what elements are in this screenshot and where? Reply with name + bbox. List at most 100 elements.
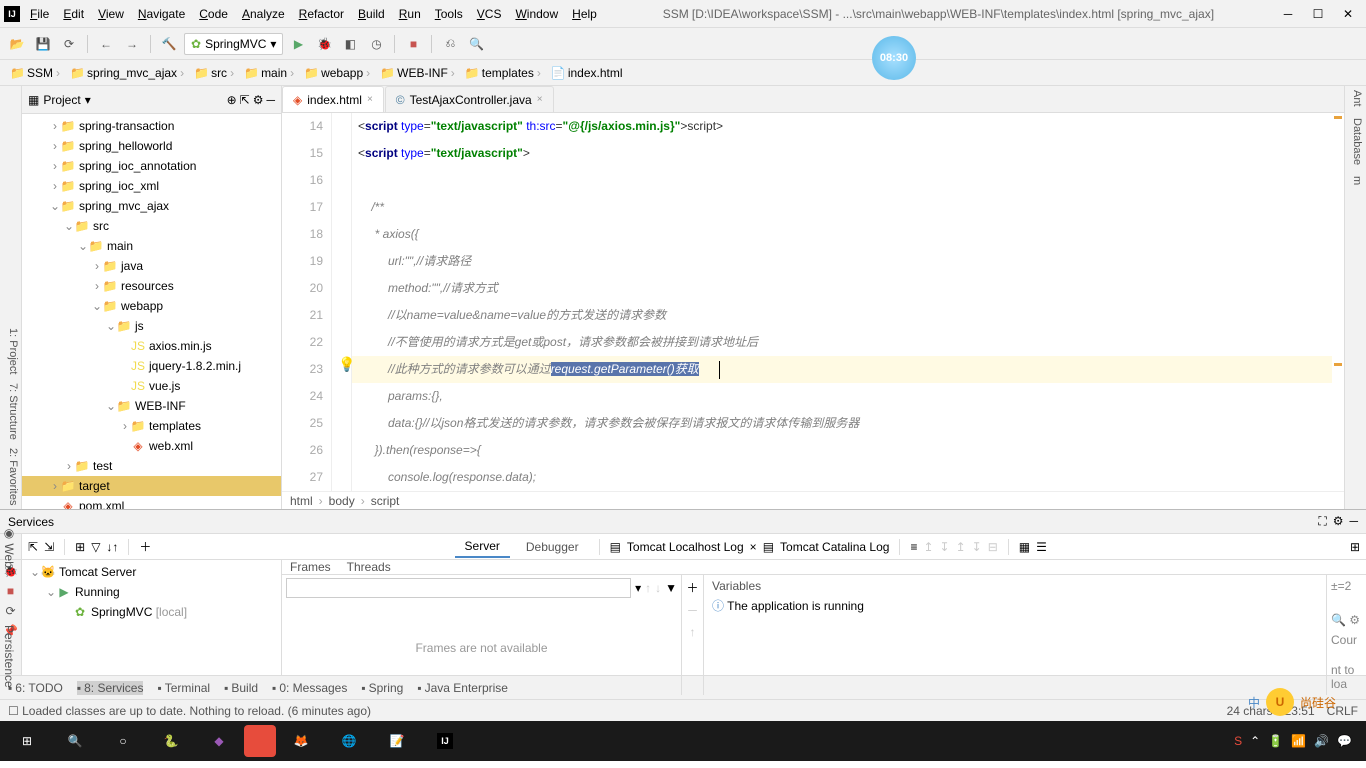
services-tree-row[interactable]: ✿SpringMVC [local]: [22, 602, 281, 622]
search-icon[interactable]: 🔍: [465, 33, 487, 55]
tree-row[interactable]: ⌄📁webapp: [22, 296, 281, 316]
menu-vcs[interactable]: VCS: [471, 5, 508, 23]
bottom-tool-spring[interactable]: ▪ Spring: [361, 681, 403, 695]
app-icon[interactable]: 🐍: [148, 722, 194, 760]
tree-row[interactable]: ◈web.xml: [22, 436, 281, 456]
threads-subtab[interactable]: Threads: [347, 560, 391, 574]
tree-row[interactable]: ›📁templates: [22, 416, 281, 436]
nav-crumb[interactable]: 📁WEB-INF ›: [376, 64, 459, 82]
structure-tool-button[interactable]: 7: Structure: [2, 383, 19, 440]
menu-navigate[interactable]: Navigate: [132, 5, 191, 23]
tree-row[interactable]: ›📁java: [22, 256, 281, 276]
coverage-icon[interactable]: ◧: [339, 33, 361, 55]
tb-icon[interactable]: ↥: [956, 540, 966, 554]
chevron-down-icon[interactable]: ▾: [85, 93, 91, 107]
add-watch-icon[interactable]: ＋: [686, 579, 698, 596]
tree-row[interactable]: ›📁spring_ioc_xml: [22, 176, 281, 196]
hide-icon[interactable]: ─: [1349, 514, 1358, 529]
run-config-selector[interactable]: ✿ SpringMVC ▾: [184, 33, 283, 55]
hide-icon[interactable]: ─: [266, 93, 275, 107]
sort-icon[interactable]: ↓↑: [106, 540, 118, 554]
chrome-icon[interactable]: 🌐: [326, 722, 372, 760]
close-tab-icon[interactable]: ×: [367, 94, 373, 105]
breadcrumb-item[interactable]: html: [290, 494, 313, 508]
code-editor[interactable]: 1415161718192021222324252627 💡 <script t…: [282, 113, 1344, 491]
refresh-icon[interactable]: ⟳: [58, 33, 80, 55]
back-icon[interactable]: ←: [95, 33, 117, 55]
localhost-log-tab[interactable]: Tomcat Localhost Log: [627, 540, 744, 554]
stop-icon[interactable]: ■: [402, 33, 424, 55]
menu-code[interactable]: Code: [193, 5, 234, 23]
collapse-icon[interactable]: ⇱: [240, 93, 250, 107]
ant-tool-button[interactable]: Ant: [1351, 90, 1363, 107]
frames-search-input[interactable]: [286, 578, 631, 598]
intellij-taskbar-icon[interactable]: IJ: [422, 722, 468, 760]
tray-icon[interactable]: 🔊: [1314, 734, 1329, 748]
frames-subtab[interactable]: Frames: [290, 560, 331, 574]
editor-tab[interactable]: ©TestAjaxController.java×: [385, 86, 554, 112]
text-editor-icon[interactable]: 📝: [374, 722, 420, 760]
system-tray[interactable]: S ⌃ 🔋 📶 🔊 💬: [1234, 734, 1362, 748]
database-tool-button[interactable]: Database: [1351, 118, 1363, 165]
tree-row[interactable]: ◈pom.xml: [22, 496, 281, 509]
nav-crumb[interactable]: 📄index.html: [547, 64, 627, 82]
run-icon[interactable]: ▶: [287, 33, 309, 55]
nav-crumb[interactable]: 📁spring_mvc_ajax ›: [66, 64, 188, 82]
tb-icon[interactable]: ↧: [940, 540, 950, 554]
tray-icon[interactable]: 🔋: [1268, 734, 1283, 748]
catalina-log-tab[interactable]: Tomcat Catalina Log: [780, 540, 889, 554]
gear-icon[interactable]: ⚙: [253, 93, 264, 107]
nav-crumb[interactable]: 📁src ›: [190, 64, 238, 82]
tray-icon[interactable]: S: [1234, 734, 1242, 748]
nav-crumb[interactable]: 📁webapp ›: [300, 64, 374, 82]
tb-icon[interactable]: ≡: [910, 540, 917, 554]
tree-row[interactable]: ⌄📁js: [22, 316, 281, 336]
build-icon[interactable]: 🔨: [158, 33, 180, 55]
tree-row[interactable]: ›📁spring-transaction: [22, 116, 281, 136]
firefox-icon[interactable]: 🦊: [278, 722, 324, 760]
menu-help[interactable]: Help: [566, 5, 603, 23]
minimize-button[interactable]: ─: [1274, 4, 1302, 24]
code-content[interactable]: <script type="text/javascript" th:src="@…: [352, 113, 1344, 491]
start-button[interactable]: ⊞: [4, 722, 50, 760]
services-tree-row[interactable]: ⌄🐱Tomcat Server: [22, 562, 281, 582]
bottom-tool-javaenterprise[interactable]: ▪ Java Enterprise: [417, 681, 508, 695]
project-tool-button[interactable]: 1: Project: [2, 328, 19, 374]
cortana-button[interactable]: ○: [100, 722, 146, 760]
tree-row[interactable]: ›📁target: [22, 476, 281, 496]
rerun-icon[interactable]: ⟳: [5, 604, 15, 618]
down-icon[interactable]: ↓: [655, 581, 661, 595]
menu-build[interactable]: Build: [352, 5, 391, 23]
tb-icon[interactable]: ↧: [972, 540, 982, 554]
up-icon[interactable]: ↑: [645, 581, 651, 595]
favorites-tool-button[interactable]: 2: Favorites: [2, 448, 19, 505]
menu-window[interactable]: Window: [509, 5, 564, 23]
bottom-tool-todo[interactable]: ▪ 6: TODO: [8, 681, 63, 695]
bottom-tool-services[interactable]: ▪ 8: Services: [77, 681, 144, 695]
services-tree-row[interactable]: ⌄▶Running: [22, 582, 281, 602]
layout-icon[interactable]: ☰: [1036, 540, 1047, 554]
maximize-button[interactable]: ☐: [1304, 4, 1332, 24]
tray-icon[interactable]: ⌃: [1250, 734, 1260, 748]
tree-row[interactable]: JSaxios.min.js: [22, 336, 281, 356]
close-log-icon[interactable]: ×: [750, 540, 757, 554]
menu-refactor[interactable]: Refactor: [293, 5, 350, 23]
tree-row[interactable]: JSvue.js: [22, 376, 281, 396]
remove-icon[interactable]: －: [686, 602, 698, 619]
tree-row[interactable]: ›📁spring_ioc_annotation: [22, 156, 281, 176]
editor-tab[interactable]: ◈index.html×: [282, 86, 384, 112]
tray-icon[interactable]: 📶: [1291, 734, 1306, 748]
settings-icon[interactable]: ⊞: [1350, 540, 1360, 554]
nav-crumb[interactable]: 📁templates ›: [461, 64, 545, 82]
tree-row[interactable]: ⌄📁WEB-INF: [22, 396, 281, 416]
filter-icon[interactable]: ▽: [91, 540, 100, 554]
maven-tool-button[interactable]: m: [1351, 176, 1363, 185]
tree-row[interactable]: ›📁resources: [22, 276, 281, 296]
tree-row[interactable]: ›📁spring_helloworld: [22, 136, 281, 156]
expand-all-icon[interactable]: ⇱: [28, 540, 38, 554]
group-icon[interactable]: ⊞: [75, 540, 85, 554]
filter-icon[interactable]: ▼: [665, 581, 677, 595]
server-tab[interactable]: Server: [455, 536, 510, 558]
breadcrumb-item[interactable]: script: [371, 494, 400, 508]
stop-icon[interactable]: ■: [7, 584, 14, 598]
